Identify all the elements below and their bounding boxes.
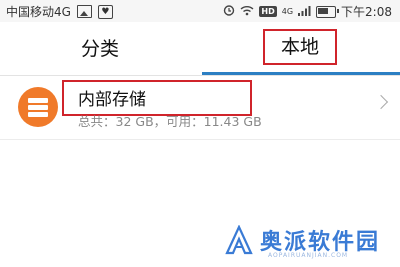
chevron-right-icon	[373, 94, 389, 110]
tab-local[interactable]: 本地	[200, 22, 400, 72]
alarm-icon	[223, 4, 235, 19]
battery-icon	[316, 5, 340, 18]
image-notification-icon	[76, 5, 92, 18]
clock-label: 下午2:08	[341, 5, 392, 19]
internal-storage-item[interactable]: 内部存储 总共：32 GB，可用：11.43 GB	[0, 76, 400, 138]
app-notification-icon: ♥	[97, 4, 113, 19]
storage-capacity: 总共：32 GB，可用：11.43 GB	[78, 114, 262, 129]
row-divider	[0, 139, 400, 140]
network-type-label: 4G	[281, 7, 294, 16]
tab-local-label: 本地	[262, 29, 337, 65]
wifi-icon	[240, 5, 254, 19]
storage-icon	[18, 87, 58, 127]
tab-category[interactable]: 分类	[0, 22, 200, 72]
status-bar: 中国移动4G ♥ HD 4G 下午2:08	[0, 0, 400, 22]
carrier-label: 中国移动4G	[6, 5, 71, 19]
watermark-url: AOPAIRUANJIAN.COM	[268, 252, 349, 259]
status-left: 中国移动4G ♥	[6, 3, 113, 20]
status-right: HD 4G 下午2:08	[223, 3, 392, 20]
hd-badge: HD	[259, 6, 277, 17]
tab-bar: 分类 本地	[0, 22, 400, 76]
watermark: 奥派软件园 AOPAIRUANJIAN.COM	[224, 219, 400, 267]
storage-title: 内部存储	[78, 90, 146, 110]
tab-category-label: 分类	[80, 37, 119, 60]
watermark-logo-icon	[225, 225, 253, 255]
signal-icon	[298, 5, 311, 19]
